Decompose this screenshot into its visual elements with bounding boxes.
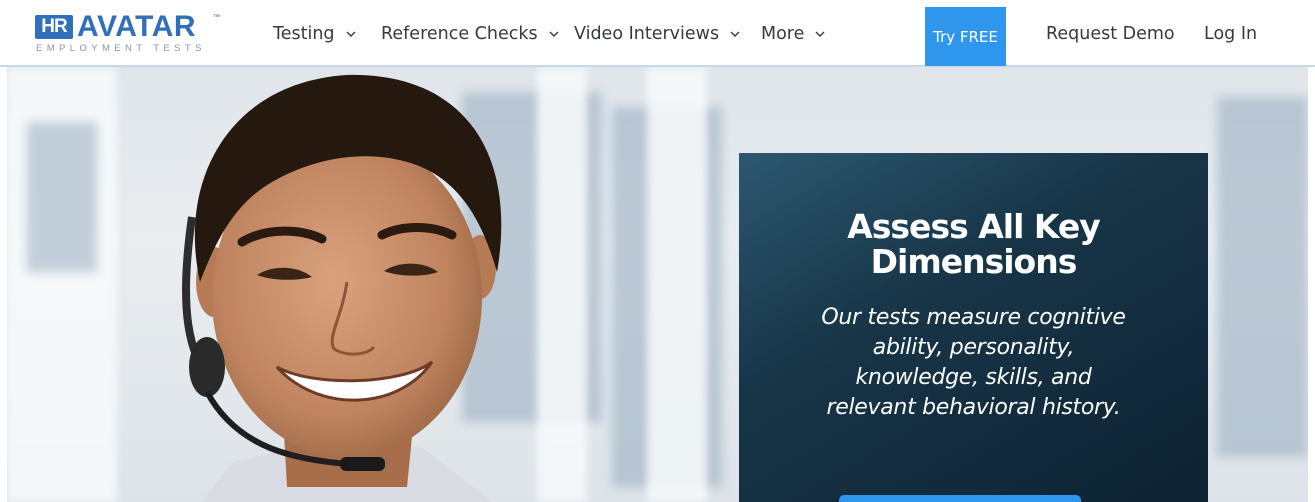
hero-description-line: knowledge, skills, and	[855, 365, 1092, 390]
hero-banner: Assess All Key Dimensions Our tests meas…	[7, 67, 1308, 502]
nav-video-interviews-label: Video Interviews	[574, 24, 720, 44]
chevron-down-icon	[346, 31, 356, 37]
nav-more-label: More	[761, 24, 805, 44]
background-window	[27, 122, 97, 272]
hero-title: Assess All Key Dimensions	[739, 209, 1208, 279]
nav-testing[interactable]: Testing	[273, 24, 357, 44]
logo-name: AVATAR	[77, 10, 197, 43]
logo-badge: HR	[35, 15, 73, 39]
background-column	[647, 67, 707, 502]
logo-tagline: EMPLOYMENT TESTS	[36, 43, 206, 54]
background-column	[537, 67, 587, 502]
nav-more[interactable]: More	[761, 24, 826, 44]
hero-cta-button[interactable]	[839, 495, 1081, 502]
nav-reference-checks[interactable]: Reference Checks	[381, 24, 560, 44]
hero-description-line: relevant behavioral history.	[826, 395, 1121, 420]
smiling-man-headset-photo	[182, 74, 502, 502]
chevron-down-icon	[549, 31, 559, 37]
chevron-down-icon	[815, 31, 825, 37]
try-free-button[interactable]: Try FREE	[925, 7, 1006, 66]
chevron-down-icon	[730, 31, 740, 37]
nav-video-interviews[interactable]: Video Interviews	[574, 24, 741, 44]
info-panel: Assess All Key Dimensions Our tests meas…	[739, 153, 1208, 502]
hero-title-line: Dimensions	[870, 242, 1078, 281]
hero-title-line: Assess All Key	[847, 207, 1101, 246]
nav-testing-label: Testing	[273, 24, 335, 44]
log-in-link[interactable]: Log In	[1204, 24, 1257, 44]
nav-reference-checks-label: Reference Checks	[381, 24, 538, 44]
hero-description-line: ability, personality,	[872, 335, 1075, 360]
hero-description: Our tests measure cognitive ability, per…	[769, 303, 1178, 423]
request-demo-link[interactable]: Request Demo	[1046, 24, 1175, 44]
background-window	[1217, 97, 1308, 457]
hr-avatar-logo[interactable]: HR AVATAR ™ EMPLOYMENT TESTS	[35, 10, 225, 59]
site-header: HR AVATAR ™ EMPLOYMENT TESTS Testing Ref…	[0, 0, 1315, 67]
logo-trademark: ™	[213, 14, 220, 21]
hero-description-line: Our tests measure cognitive	[821, 305, 1126, 330]
